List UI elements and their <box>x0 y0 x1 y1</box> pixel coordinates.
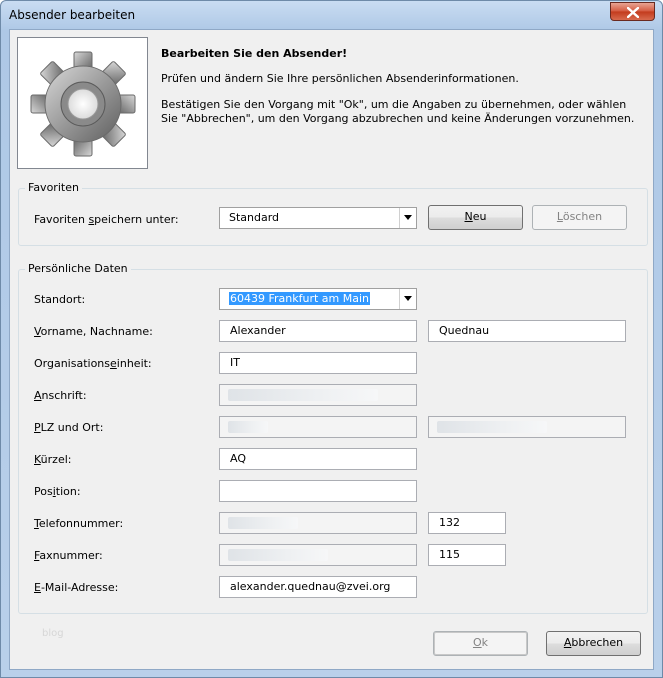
fax-label: Faxnummer: <box>34 549 103 562</box>
location-select[interactable]: 60439 Frankfurt am Main <box>219 288 417 310</box>
close-button[interactable] <box>610 2 655 21</box>
redacted-text <box>228 517 298 529</box>
dialog-client-area: Bearbeiten Sie den Absender! Prüfen und … <box>9 29 654 670</box>
location-label: Standort: <box>34 293 86 306</box>
chevron-down-icon <box>404 296 412 301</box>
favorites-dropdown-button[interactable] <box>399 208 416 228</box>
initials-label: Kürzel: <box>34 453 72 466</box>
name-label: Vorname, Nachname: <box>34 325 153 338</box>
last-name-value: Quednau <box>439 324 490 337</box>
ok-button[interactable]: Ok <box>433 631 528 656</box>
dialog-window: Absender bearbeiten Bearbeiten Sie den A… <box>0 0 663 678</box>
email-label: E-Mail-Adresse: <box>34 581 119 594</box>
first-name-value: Alexander <box>230 324 286 337</box>
favorites-legend: Favoriten <box>25 181 82 194</box>
header-description: Prüfen und ändern Sie Ihre persönlichen … <box>161 72 519 85</box>
org-unit-field[interactable]: IT <box>219 352 417 374</box>
favorites-label: Favoriten speichern unter: <box>34 213 179 226</box>
position-label: Position: <box>34 485 81 498</box>
cancel-button[interactable]: Abbrechen <box>546 631 641 656</box>
favorites-select-value: Standard <box>229 211 280 224</box>
delete-button[interactable]: Löschen <box>532 205 627 230</box>
phone-field[interactable] <box>219 512 417 534</box>
new-button[interactable]: Neu <box>428 205 523 230</box>
chevron-down-icon <box>404 215 412 220</box>
fax-extension-value: 115 <box>439 548 460 561</box>
window-title: Absender bearbeiten <box>9 8 136 22</box>
zip-field[interactable] <box>219 416 417 438</box>
org-unit-value: IT <box>230 356 240 369</box>
initials-value: AQ <box>230 452 246 465</box>
location-select-value: 60439 Frankfurt am Main <box>229 292 371 305</box>
email-value: alexander.quednau@zvei.org <box>230 580 391 593</box>
personal-data-legend: Persönliche Daten <box>25 262 131 275</box>
phone-label: Telefonnummer: <box>34 517 124 530</box>
redacted-text <box>437 421 547 433</box>
redacted-text <box>228 549 328 561</box>
gear-icon <box>30 51 136 157</box>
watermark-text: blog <box>42 628 64 639</box>
redacted-text <box>228 389 378 401</box>
redacted-text <box>228 421 268 433</box>
header-image <box>17 37 148 169</box>
first-name-field[interactable]: Alexander <box>219 320 417 342</box>
org-unit-label: Organisationseinheit: <box>34 357 152 370</box>
fax-extension-field[interactable]: 115 <box>428 544 506 566</box>
phone-extension-value: 132 <box>439 516 460 529</box>
dialog-header: Bearbeiten Sie den Absender! Prüfen und … <box>10 30 653 178</box>
email-field[interactable]: alexander.quednau@zvei.org <box>219 576 417 598</box>
close-icon <box>627 7 639 18</box>
initials-field[interactable]: AQ <box>219 448 417 470</box>
zip-city-label: PLZ und Ort: <box>34 421 104 434</box>
city-field[interactable] <box>428 416 626 438</box>
last-name-field[interactable]: Quednau <box>428 320 626 342</box>
address-field[interactable] <box>219 384 417 406</box>
header-title: Bearbeiten Sie den Absender! <box>161 47 348 60</box>
header-instructions: Bestätigen Sie den Vorgang mit "Ok", um … <box>161 98 635 125</box>
position-field[interactable] <box>219 480 417 502</box>
fax-field[interactable] <box>219 544 417 566</box>
address-label: Anschrift: <box>34 389 87 402</box>
location-dropdown-button[interactable] <box>399 289 416 309</box>
phone-extension-field[interactable]: 132 <box>428 512 506 534</box>
favorites-select[interactable]: Standard <box>219 207 417 229</box>
title-bar[interactable]: Absender bearbeiten <box>1 1 662 29</box>
